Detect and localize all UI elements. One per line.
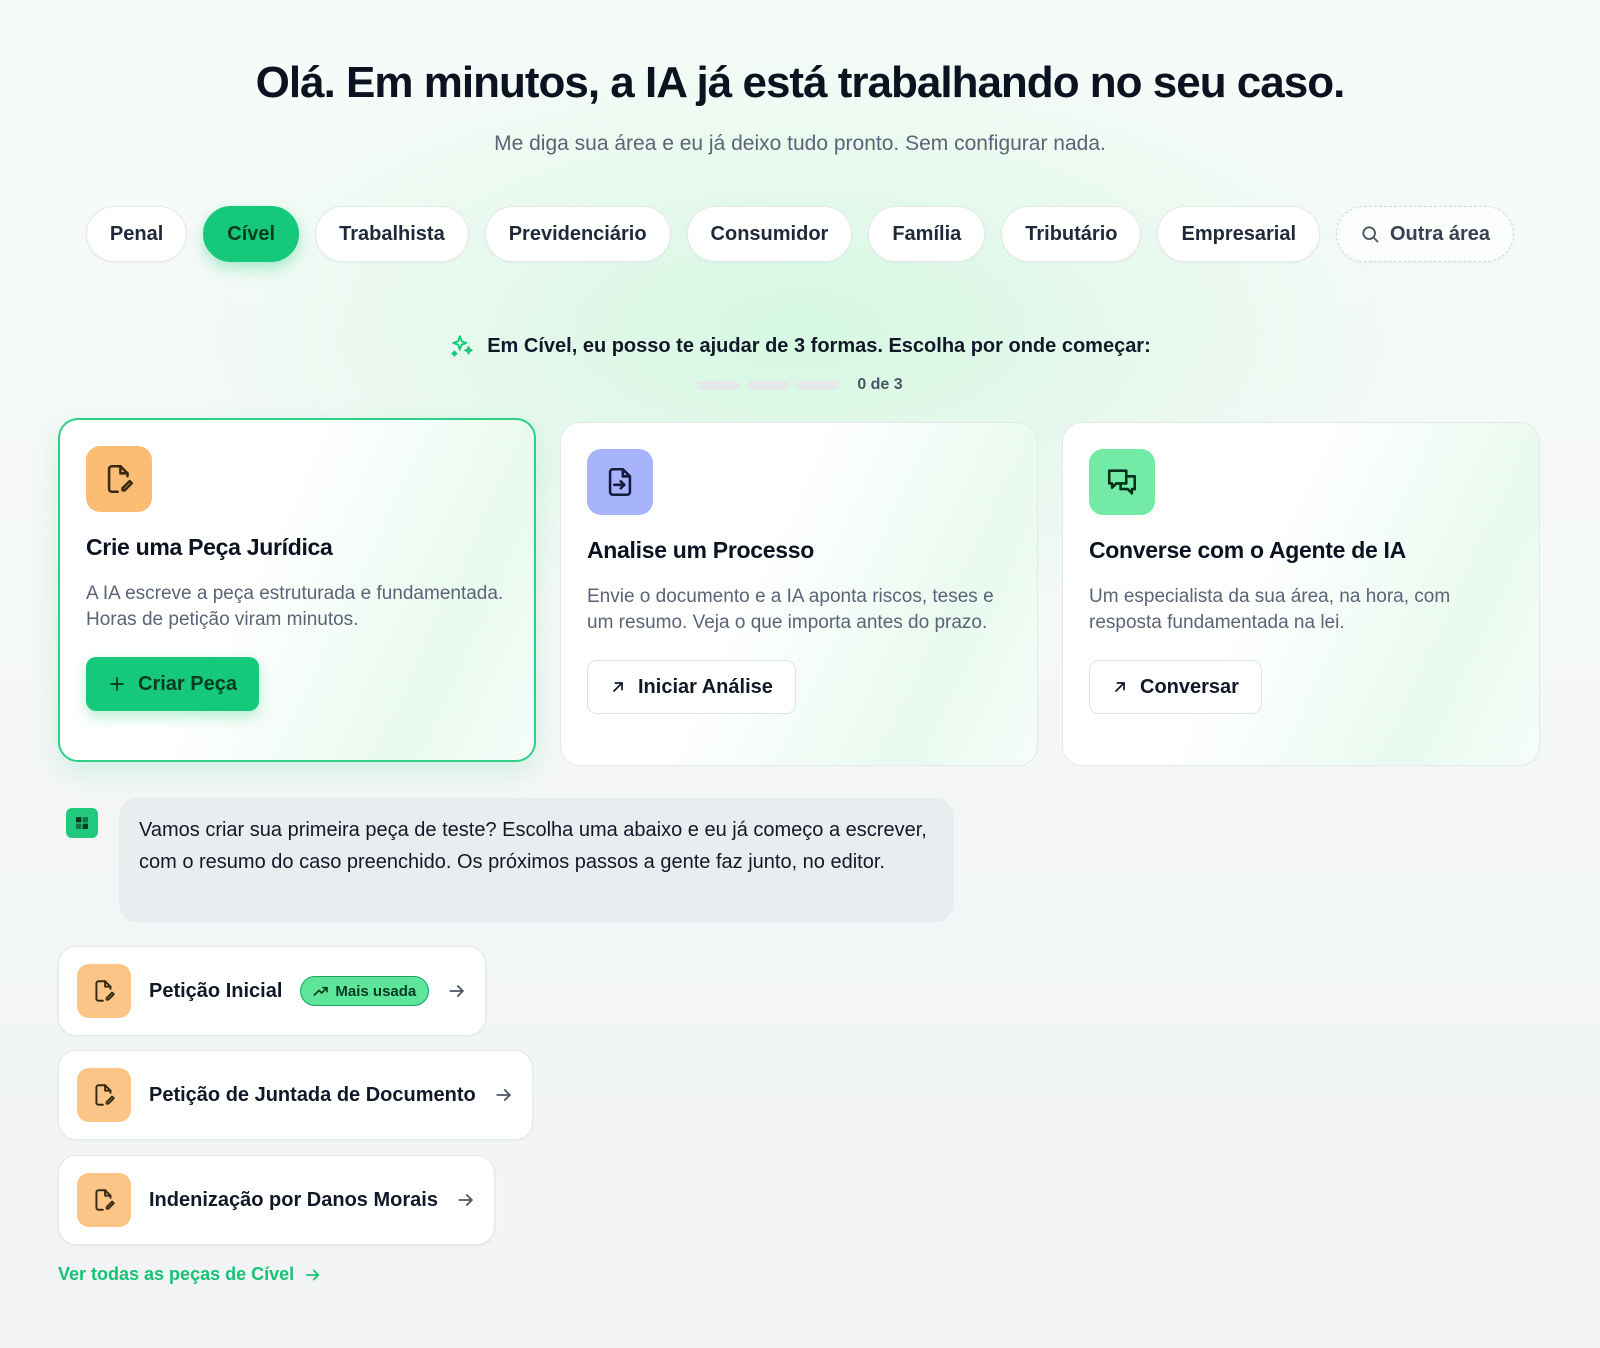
piece-item-danos-morais[interactable]: Indenização por Danos Morais (58, 1155, 495, 1245)
card-description: Um especialista da sua área, na hora, co… (1089, 586, 1451, 633)
arrow-right-icon (447, 981, 467, 1001)
area-pill-penal[interactable]: Penal (85, 206, 188, 262)
arrow-up-right-icon (610, 679, 626, 695)
chat-button[interactable]: Conversar (1089, 660, 1262, 714)
arrow-right-icon (494, 1085, 514, 1105)
badge-label: Mais usada (335, 982, 417, 1000)
document-edit-icon (77, 1068, 131, 1122)
card-title: Crie uma Peça Jurídica (86, 534, 333, 560)
card-title: Analise um Processo (587, 537, 814, 563)
area-other-label: Outra área (1390, 222, 1491, 245)
piece-item-peticao-inicial[interactable]: Petição Inicial Mais usada (58, 946, 487, 1036)
start-analysis-label: Iniciar Análise (638, 675, 773, 698)
page-title: Olá. Em minutos, a IA já está trabalhand… (255, 58, 1346, 107)
progress-count: 0 de 3 (857, 376, 903, 393)
search-icon (1360, 224, 1380, 244)
intro-line: Em Cível, eu posso te ajudar de 3 formas… (0, 333, 1600, 359)
area-pill-civel[interactable]: Cível (203, 206, 300, 262)
card-analyze-process[interactable]: Analise um Processo Envie o documento e … (560, 422, 1038, 766)
area-pill-previdenciario[interactable]: Previdenciário (484, 206, 671, 262)
piece-item-juntada-documento[interactable]: Petição de Juntada de Documento (58, 1050, 533, 1140)
assistant-avatar-icon (66, 808, 98, 838)
trending-up-icon (313, 984, 329, 998)
document-edit-icon (86, 446, 152, 512)
progress-step-1 (697, 380, 740, 390)
chat-button-label: Conversar (1140, 675, 1239, 698)
document-edit-icon (77, 1173, 131, 1227)
sparkle-icon (449, 333, 475, 359)
area-pill-tributario[interactable]: Tributário (1001, 206, 1142, 262)
piece-label: Indenização por Danos Morais (149, 1188, 438, 1211)
area-selector: Penal Cível Trabalhista Previdenciário C… (0, 206, 1600, 262)
card-create-piece[interactable]: Crie uma Peça Jurídica A IA escreve a pe… (58, 418, 536, 762)
document-import-icon (587, 449, 653, 515)
card-description: Envie o documento e a IA aponta riscos, … (587, 586, 994, 633)
onboarding-page: Olá. Em minutos, a IA já está trabalhand… (0, 0, 1600, 1348)
chat-bubbles-icon (1089, 449, 1155, 515)
most-used-badge: Mais usada (300, 976, 430, 1006)
card-title: Converse com o Agente de IA (1089, 537, 1406, 563)
card-description: A IA escreve a peça estruturada e fundam… (86, 583, 504, 630)
card-chat-agent[interactable]: Converse com o Agente de IA Um especiali… (1062, 422, 1540, 766)
progress-indicator: 0 de 3 (0, 376, 1600, 394)
area-pill-empresarial[interactable]: Empresarial (1157, 206, 1320, 262)
start-analysis-button[interactable]: Iniciar Análise (587, 660, 796, 714)
arrow-up-right-icon (1112, 679, 1128, 695)
create-piece-label: Criar Peça (138, 672, 237, 695)
arrow-right-icon (456, 1190, 476, 1210)
assistant-message: Vamos criar sua primeira peça de teste? … (119, 798, 954, 922)
area-pill-familia[interactable]: Família (868, 206, 986, 262)
create-piece-button[interactable]: Criar Peça (86, 657, 259, 711)
see-all-label: Ver todas as peças de Cível (58, 1264, 295, 1284)
see-all-pieces-link[interactable]: Ver todas as peças de Cível (58, 1264, 322, 1285)
piece-label: Petição de Juntada de Documento (149, 1083, 476, 1106)
progress-step-3 (797, 380, 840, 390)
progress-step-2 (747, 380, 790, 390)
document-edit-icon (77, 964, 131, 1018)
area-pill-other[interactable]: Outra área (1336, 206, 1515, 262)
area-pill-trabalhista[interactable]: Trabalhista (315, 206, 469, 262)
intro-text: Em Cível, eu posso te ajudar de 3 formas… (487, 334, 1151, 357)
option-cards: Crie uma Peça Jurídica A IA escreve a pe… (58, 418, 1540, 768)
page-subtitle: Me diga sua área e eu já deixo tudo pron… (494, 132, 1106, 155)
area-pill-consumidor[interactable]: Consumidor (686, 206, 853, 262)
piece-label: Petição Inicial (149, 979, 283, 1002)
plus-icon (108, 675, 126, 693)
arrow-right-icon (304, 1266, 322, 1284)
